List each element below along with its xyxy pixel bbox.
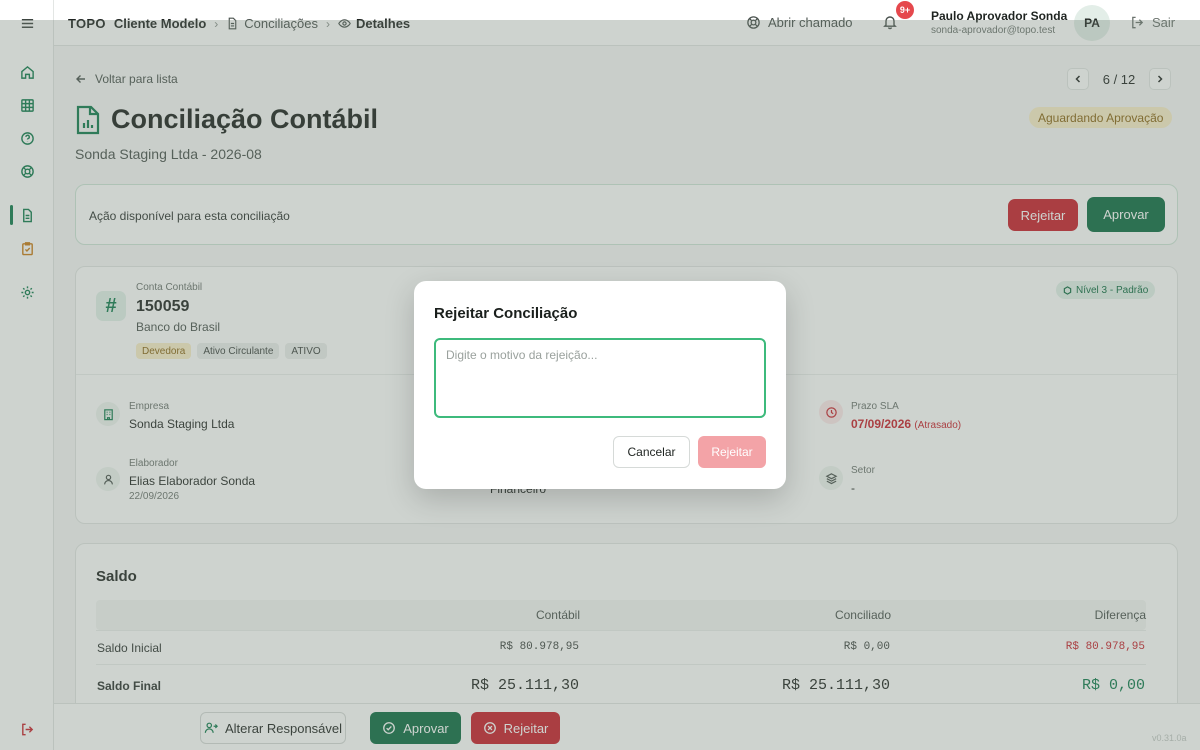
notification-badge: 9+ — [896, 1, 914, 19]
rejection-reason-input[interactable] — [434, 338, 766, 418]
reject-dialog: Rejeitar Conciliação Cancelar Rejeitar — [414, 281, 786, 489]
confirm-reject-button[interactable]: Rejeitar — [698, 436, 766, 468]
dialog-title: Rejeitar Conciliação — [434, 305, 578, 322]
cancel-button[interactable]: Cancelar — [613, 436, 690, 468]
